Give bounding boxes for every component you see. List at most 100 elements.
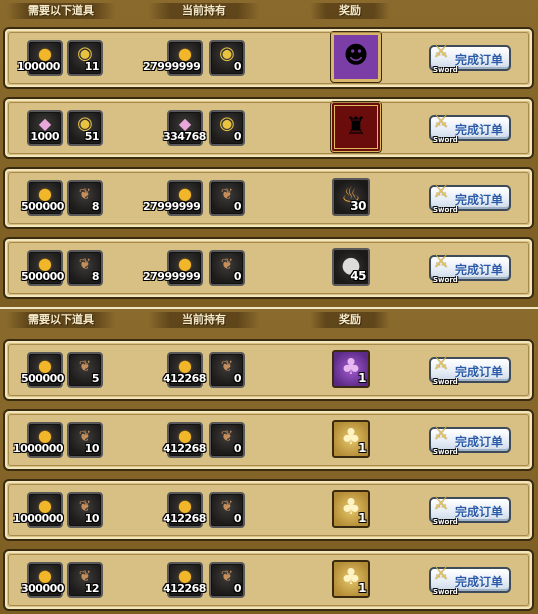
official-hat-character-portrait-icon[interactable]: ♜ [331,102,381,152]
order-row: ● 500000 ❦ 5 ● 412268 ❦ 0 ♣ 1 ⚔ Sword 完成订单 [3,339,534,401]
gold-pouch-icon[interactable]: ♣ 1 [332,420,370,458]
complete-order-button[interactable]: ⚔ Sword 完成订单 [429,423,511,456]
column-header: 需要以下道具 当前持有 奖励 [0,309,538,331]
reward-quantity: 45 [350,269,366,283]
gold-medal-icon[interactable]: ◉ 0 [209,40,245,76]
complete-order-button[interactable]: ⚔ Sword 完成订单 [429,493,511,526]
money-bag-icon[interactable]: ♨ 30 [332,178,370,216]
complete-order-label: 完成订单 [455,193,504,207]
complete-order-label: 完成订单 [455,365,504,379]
complete-order-button[interactable]: ⚔ Sword 完成订单 [429,251,511,284]
wing-emblem-icon[interactable]: ❦ 12 [67,562,103,598]
gold-medal-icon[interactable]: ◉ 0 [209,110,245,146]
held-quantity: 27999999 [143,60,201,73]
required-quantity: 500000 [21,200,64,213]
wing-emblem-icon[interactable]: ❦ 5 [67,352,103,388]
required-quantity: 8 [91,200,100,213]
gold-coin-icon[interactable]: ● 27999999 [143,180,203,216]
wing-emblem-icon[interactable]: ❦ 8 [67,250,103,286]
wing-emblem-icon[interactable]: ❦ 0 [209,562,245,598]
wing-emblem-icon[interactable]: ❦ 0 [209,352,245,388]
gold-coin-icon[interactable]: ● 100000 [17,40,63,76]
held-quantity: 412268 [163,372,206,385]
wing-emblem-icon[interactable]: ❦ 10 [67,492,103,528]
order-row: ● 500000 ❦ 8 ● 27999999 ❦ 0 ♨ 30 ⚔ Sword 完成订单 [3,167,534,229]
complete-order-button[interactable]: ⚔ Sword 完成订单 [429,181,511,214]
sword-icon: ⚔ [433,353,450,374]
header-currently-held: 当前持有 [148,3,260,19]
gold-pouch-icon[interactable]: ♣ 1 [332,560,370,598]
complete-order-label: 完成订单 [455,263,504,277]
reward-quantity: 1 [358,441,366,455]
required-quantity: 1000000 [13,442,64,455]
gold-coin-icon[interactable]: ● 27999999 [143,40,203,76]
sword-icon: ⚔ [433,181,450,202]
held-quantity: 27999999 [143,270,201,283]
gold-pouch-icon[interactable]: ♣ 1 [332,490,370,528]
required-quantity: 11 [84,60,100,73]
bomb-icon[interactable]: ● 45 [332,248,370,286]
sword-icon: ⚔ [433,251,450,272]
required-quantity: 10 [84,512,100,525]
complete-order-label: 完成订单 [455,575,504,589]
sword-icon: ⚔ [433,493,450,514]
required-quantity: 12 [84,582,100,595]
gold-coin-icon[interactable]: ● 412268 [163,422,206,458]
complete-order-label: 完成订单 [455,505,504,519]
gold-coin-icon[interactable]: ● 1000000 [13,492,64,528]
order-row: ● 100000 ◉ 11 ● 27999999 ◉ 0 ☻ ⚔ Sword 完成订单 [3,27,534,89]
complete-order-label: 完成订单 [455,53,504,67]
gold-coin-icon[interactable]: ● 412268 [163,562,206,598]
masked-warrior-portrait-icon[interactable]: ☻ [331,32,381,82]
gold-coin-icon[interactable]: ● 500000 [21,352,64,388]
gold-coin-icon[interactable]: ● 27999999 [143,250,203,286]
pink-gem-icon[interactable]: ◆ 1000 [27,110,63,146]
gold-coin-icon[interactable]: ● 412268 [163,492,206,528]
header-required-items: 需要以下道具 [6,3,116,19]
reward-quantity: 1 [358,581,366,595]
sword-icon: ⚔ [433,111,450,132]
order-row: ● 500000 ❦ 8 ● 27999999 ❦ 0 ● 45 ⚔ Sword 完成订单 [3,237,534,299]
required-quantity: 51 [84,130,100,143]
held-quantity: 412268 [163,582,206,595]
wing-emblem-icon[interactable]: ❦ 0 [209,180,245,216]
order-panel-top: 需要以下道具 当前持有 奖励 ● 100000 ◉ 11 ● 27999999 ◉ 0 … [0,0,538,307]
complete-order-button[interactable]: ⚔ Sword 完成订单 [429,111,511,144]
reward-quantity: 30 [350,199,366,213]
gold-coin-icon[interactable]: ● 1000000 [13,422,64,458]
wing-emblem-icon[interactable]: ❦ 10 [67,422,103,458]
order-panel-bottom: 需要以下道具 当前持有 奖励 ● 500000 ❦ 5 ● 412268 ❦ 0 ♣ 1 … [0,307,538,614]
wing-emblem-icon[interactable]: ❦ 0 [209,422,245,458]
held-quantity: 412268 [163,442,206,455]
held-quantity: 0 [233,512,242,525]
order-row: ◆ 1000 ◉ 51 ◆ 334768 ◉ 0 ♜ ⚔ Sword 完成订单 [3,97,534,159]
gold-coin-icon[interactable]: ● 300000 [21,562,64,598]
complete-order-button[interactable]: ⚔ Sword 完成订单 [429,41,511,74]
order-row: ● 1000000 ❦ 10 ● 412268 ❦ 0 ♣ 1 ⚔ Sword 完成订单 [3,479,534,541]
gold-coin-icon[interactable]: ● 500000 [21,250,64,286]
required-quantity: 1000 [30,130,59,143]
required-quantity: 500000 [21,372,64,385]
wing-emblem-icon[interactable]: ❦ 0 [209,250,245,286]
pink-gem-icon[interactable]: ◆ 334768 [163,110,206,146]
required-quantity: 5 [91,372,100,385]
sword-icon: ⚔ [433,563,450,584]
purple-pouch-icon[interactable]: ♣ 1 [332,350,370,388]
sword-icon: ⚔ [433,423,450,444]
required-quantity: 100000 [17,60,60,73]
gold-coin-icon[interactable]: ● 500000 [21,180,64,216]
order-row: ● 300000 ❦ 12 ● 412268 ❦ 0 ♣ 1 ⚔ Sword 完成订单 [3,549,534,611]
gold-coin-icon[interactable]: ● 412268 [163,352,206,388]
gold-medal-icon[interactable]: ◉ 51 [67,110,103,146]
required-quantity: 300000 [21,582,64,595]
held-quantity: 0 [233,200,242,213]
held-quantity: 334768 [163,130,206,143]
wing-emblem-icon[interactable]: ❦ 0 [209,492,245,528]
complete-order-button[interactable]: ⚔ Sword 完成订单 [429,563,511,596]
wing-emblem-icon[interactable]: ❦ 8 [67,180,103,216]
required-quantity: 10 [84,442,100,455]
required-quantity: 1000000 [13,512,64,525]
header-reward: 奖励 [310,312,390,328]
gold-medal-icon[interactable]: ◉ 11 [67,40,103,76]
complete-order-button[interactable]: ⚔ Sword 完成订单 [429,353,511,386]
